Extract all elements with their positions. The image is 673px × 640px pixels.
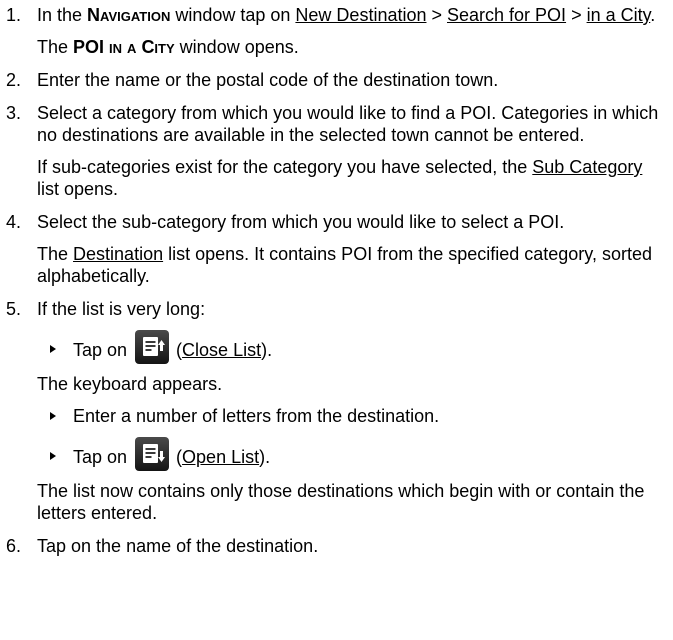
step-number: 4. (6, 212, 22, 232)
link-sub-category: Sub Category (532, 157, 643, 177)
bullet-arrow-icon (50, 412, 56, 420)
step-number: 1. (6, 5, 22, 25)
step-result: If sub-categories exist for the category… (37, 157, 643, 199)
step-result: The list now contains only those destina… (37, 481, 645, 523)
step-5: 5. If the list is very long: Tap on (Clo… (0, 298, 660, 524)
step-text: Enter the name or the postal code of the… (37, 70, 499, 90)
step-3: 3. Select a category from which you woul… (0, 102, 660, 200)
instruction-document: 1. In the Navigation window tap on New D… (0, 4, 660, 557)
step-result: The POI in a City window opens. (37, 37, 299, 57)
link-search-for-poi: Search for POI (447, 5, 567, 25)
step-number: 2. (6, 70, 22, 90)
step-number: 3. (6, 103, 22, 123)
bullet-item: Tap on (Close List). (37, 330, 660, 364)
step-text: Select a category from which you would l… (37, 103, 659, 145)
step-number: 6. (6, 536, 22, 556)
screen-name-poi: POI (73, 37, 105, 57)
step-result: The keyboard appears. (37, 374, 223, 394)
bullet-item: Tap on (Open List). (37, 437, 660, 471)
step-number: 5. (6, 299, 22, 319)
link-destination: Destination (73, 244, 164, 264)
step-6: 6. Tap on the name of the destination. (0, 535, 660, 557)
close-list-icon (135, 330, 170, 364)
bullet-arrow-icon (50, 452, 56, 460)
step-1: 1. In the Navigation window tap on New D… (0, 4, 660, 58)
bullet-item: Enter a number of letters from the desti… (37, 405, 660, 427)
step-text: If the list is very long: (37, 299, 206, 319)
step-text: In the Navigation window tap on New Dest… (37, 5, 656, 25)
open-list-icon (135, 437, 170, 471)
link-open-list: Open List (182, 446, 260, 467)
link-in-a-city: in a City (586, 5, 651, 25)
link-close-list: Close List (182, 339, 262, 360)
screen-name-in-a-city: in a City (104, 37, 175, 57)
step-text: Select the sub-category from which you w… (37, 212, 565, 232)
step-text: Tap on the name of the destination. (37, 536, 319, 556)
link-new-destination: New Destination (295, 5, 427, 25)
step-2: 2. Enter the name or the postal code of … (0, 69, 660, 91)
bullet-arrow-icon (50, 345, 56, 353)
step-result: The Destination list opens. It contains … (37, 244, 652, 286)
step-4: 4. Select the sub-category from which yo… (0, 211, 660, 287)
screen-name-navigation: Navigation (87, 5, 171, 25)
